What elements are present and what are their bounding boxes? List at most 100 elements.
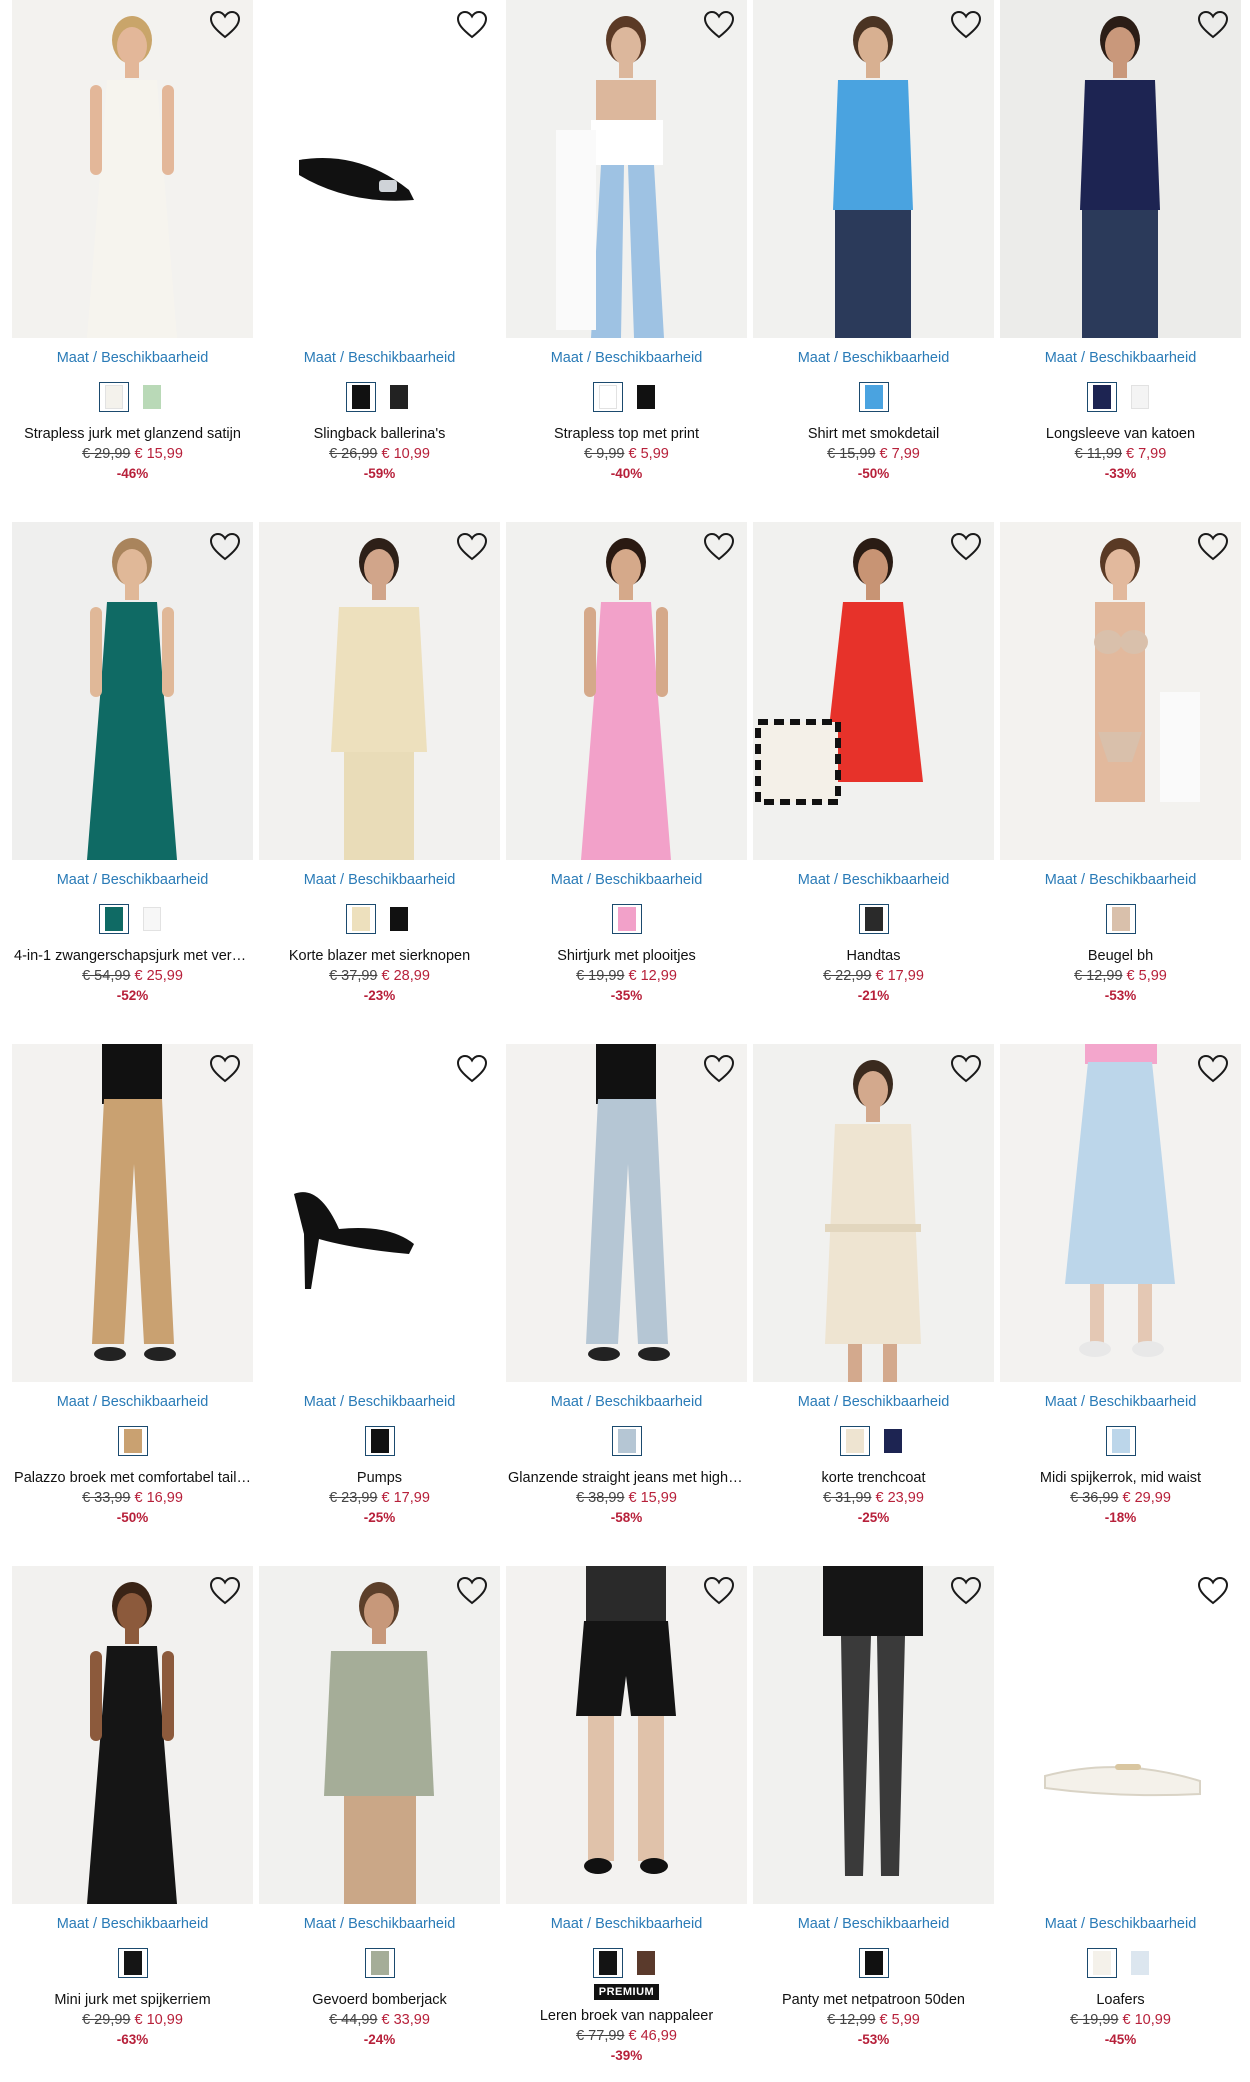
- wishlist-heart-icon[interactable]: [456, 10, 488, 40]
- size-availability-link[interactable]: Maat / Beschikbaarheid: [259, 1915, 500, 1933]
- color-swatch[interactable]: [117, 1948, 148, 1978]
- wishlist-heart-icon[interactable]: [456, 1054, 488, 1084]
- product-card-10[interactable]: Maat / Beschikbaarheid Beugel bh € 12,99…: [1000, 522, 1241, 1044]
- product-image[interactable]: [259, 1044, 500, 1382]
- product-image[interactable]: [259, 522, 500, 860]
- product-card-12[interactable]: Maat / Beschikbaarheid Pumps € 23,99 € 1…: [259, 1044, 500, 1566]
- color-swatch[interactable]: [1124, 382, 1155, 412]
- wishlist-heart-icon[interactable]: [703, 1576, 735, 1606]
- product-name[interactable]: Pumps: [259, 1468, 500, 1488]
- product-image[interactable]: [259, 0, 500, 338]
- product-name[interactable]: Palazzo broek met comfortabel tail…: [12, 1468, 253, 1488]
- color-swatch[interactable]: [592, 382, 623, 412]
- color-swatch[interactable]: [592, 1948, 623, 1978]
- color-swatch[interactable]: [611, 904, 642, 934]
- size-availability-link[interactable]: Maat / Beschikbaarheid: [506, 1915, 747, 1933]
- wishlist-heart-icon[interactable]: [950, 1054, 982, 1084]
- color-swatch[interactable]: [1086, 1948, 1117, 1978]
- product-image[interactable]: [506, 0, 747, 338]
- size-availability-link[interactable]: Maat / Beschikbaarheid: [12, 1393, 253, 1411]
- size-availability-link[interactable]: Maat / Beschikbaarheid: [1000, 871, 1241, 889]
- wishlist-heart-icon[interactable]: [950, 532, 982, 562]
- product-name[interactable]: Beugel bh: [1000, 946, 1241, 966]
- color-swatch[interactable]: [858, 1948, 889, 1978]
- product-name[interactable]: Midi spijkerrok, mid waist: [1000, 1468, 1241, 1488]
- product-name[interactable]: Mini jurk met spijkerriem: [12, 1990, 253, 2010]
- size-availability-link[interactable]: Maat / Beschikbaarheid: [753, 1915, 994, 1933]
- color-swatch[interactable]: [136, 382, 167, 412]
- product-card-5[interactable]: Maat / Beschikbaarheid Longsleeve van ka…: [1000, 0, 1241, 522]
- product-name[interactable]: Longsleeve van katoen: [1000, 424, 1241, 444]
- product-card-13[interactable]: Maat / Beschikbaarheid Glanzende straigh…: [506, 1044, 747, 1566]
- product-image[interactable]: [506, 522, 747, 860]
- product-image[interactable]: [753, 0, 994, 338]
- wishlist-heart-icon[interactable]: [950, 10, 982, 40]
- wishlist-heart-icon[interactable]: [209, 10, 241, 40]
- wishlist-heart-icon[interactable]: [703, 1054, 735, 1084]
- product-image[interactable]: [12, 1044, 253, 1382]
- product-image[interactable]: [1000, 1566, 1241, 1904]
- product-card-18[interactable]: Maat / Beschikbaarheid PREMIUM Leren bro…: [506, 1566, 747, 2082]
- wishlist-heart-icon[interactable]: [456, 532, 488, 562]
- product-name[interactable]: Strapless top met print: [506, 424, 747, 444]
- product-card-15[interactable]: Maat / Beschikbaarheid Midi spijkerrok, …: [1000, 1044, 1241, 1566]
- color-swatch[interactable]: [136, 904, 167, 934]
- size-availability-link[interactable]: Maat / Beschikbaarheid: [1000, 1915, 1241, 1933]
- wishlist-heart-icon[interactable]: [1197, 532, 1229, 562]
- product-name[interactable]: Loafers: [1000, 1990, 1241, 2010]
- color-swatch[interactable]: [364, 1426, 395, 1456]
- product-name[interactable]: korte trenchcoat: [753, 1468, 994, 1488]
- color-swatch[interactable]: [345, 382, 376, 412]
- color-swatch[interactable]: [345, 904, 376, 934]
- color-swatch[interactable]: [1105, 1426, 1136, 1456]
- color-swatch[interactable]: [858, 904, 889, 934]
- size-availability-link[interactable]: Maat / Beschikbaarheid: [259, 1393, 500, 1411]
- wishlist-heart-icon[interactable]: [950, 1576, 982, 1606]
- size-availability-link[interactable]: Maat / Beschikbaarheid: [753, 1393, 994, 1411]
- size-availability-link[interactable]: Maat / Beschikbaarheid: [1000, 349, 1241, 367]
- product-name[interactable]: Slingback ballerina's: [259, 424, 500, 444]
- product-name[interactable]: Shirt met smokdetail: [753, 424, 994, 444]
- product-card-9[interactable]: Maat / Beschikbaarheid Handtas € 22,99 €…: [753, 522, 994, 1044]
- wishlist-heart-icon[interactable]: [1197, 1054, 1229, 1084]
- product-image[interactable]: [753, 1044, 994, 1382]
- color-swatch[interactable]: [383, 382, 414, 412]
- product-name[interactable]: Gevoerd bomberjack: [259, 1990, 500, 2010]
- product-card-1[interactable]: Maat / Beschikbaarheid Strapless jurk me…: [12, 0, 253, 522]
- product-card-3[interactable]: Maat / Beschikbaarheid Strapless top met…: [506, 0, 747, 522]
- color-swatch[interactable]: [98, 904, 129, 934]
- product-name[interactable]: Glanzende straight jeans met high …: [506, 1468, 747, 1488]
- product-image[interactable]: [12, 522, 253, 860]
- product-card-11[interactable]: Maat / Beschikbaarheid Palazzo broek met…: [12, 1044, 253, 1566]
- wishlist-heart-icon[interactable]: [1197, 10, 1229, 40]
- product-card-8[interactable]: Maat / Beschikbaarheid Shirtjurk met plo…: [506, 522, 747, 1044]
- product-card-16[interactable]: Maat / Beschikbaarheid Mini jurk met spi…: [12, 1566, 253, 2082]
- product-card-6[interactable]: Maat / Beschikbaarheid 4-in-1 zwangersch…: [12, 522, 253, 1044]
- color-swatch[interactable]: [630, 382, 661, 412]
- wishlist-heart-icon[interactable]: [1197, 1576, 1229, 1606]
- product-card-19[interactable]: Maat / Beschikbaarheid Panty met netpatr…: [753, 1566, 994, 2082]
- product-name[interactable]: Shirtjurk met plooitjes: [506, 946, 747, 966]
- wishlist-heart-icon[interactable]: [703, 10, 735, 40]
- product-card-17[interactable]: Maat / Beschikbaarheid Gevoerd bomberjac…: [259, 1566, 500, 2082]
- product-image[interactable]: [753, 1566, 994, 1904]
- size-availability-link[interactable]: Maat / Beschikbaarheid: [753, 349, 994, 367]
- size-availability-link[interactable]: Maat / Beschikbaarheid: [1000, 1393, 1241, 1411]
- color-swatch[interactable]: [858, 382, 889, 412]
- product-image[interactable]: [259, 1566, 500, 1904]
- product-name[interactable]: Handtas: [753, 946, 994, 966]
- size-availability-link[interactable]: Maat / Beschikbaarheid: [12, 871, 253, 889]
- product-name[interactable]: 4-in-1 zwangerschapsjurk met vers…: [12, 946, 253, 966]
- color-swatch[interactable]: [1124, 1948, 1155, 1978]
- size-availability-link[interactable]: Maat / Beschikbaarheid: [506, 871, 747, 889]
- color-swatch[interactable]: [877, 1426, 908, 1456]
- color-swatch[interactable]: [630, 1948, 661, 1978]
- wishlist-heart-icon[interactable]: [209, 1576, 241, 1606]
- product-image[interactable]: [1000, 522, 1241, 860]
- product-image[interactable]: [506, 1566, 747, 1904]
- wishlist-heart-icon[interactable]: [703, 532, 735, 562]
- wishlist-heart-icon[interactable]: [456, 1576, 488, 1606]
- product-image[interactable]: [1000, 0, 1241, 338]
- color-swatch[interactable]: [383, 904, 414, 934]
- size-availability-link[interactable]: Maat / Beschikbaarheid: [259, 871, 500, 889]
